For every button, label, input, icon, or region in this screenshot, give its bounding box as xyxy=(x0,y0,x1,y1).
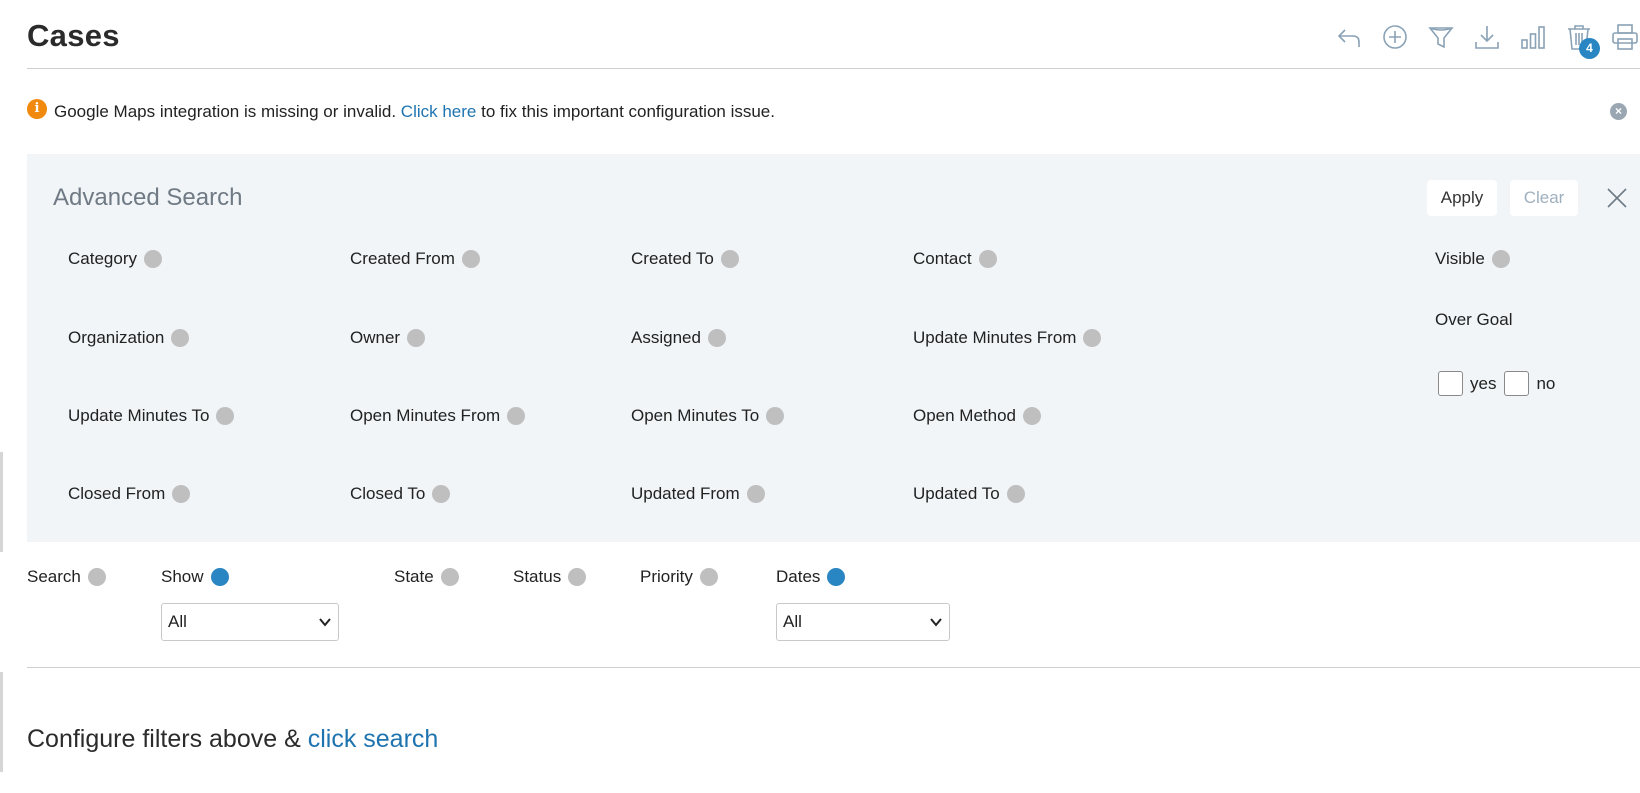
page-header: Cases 4 xyxy=(27,0,1640,69)
advanced-search-title: Advanced Search xyxy=(53,184,243,211)
toggle-dot[interactable] xyxy=(746,485,765,503)
dates-select-value: All xyxy=(783,612,802,631)
filter-created-to[interactable]: Created To xyxy=(631,249,739,269)
toggle-dot[interactable] xyxy=(720,250,739,268)
info-icon: i xyxy=(27,99,47,119)
print-icon[interactable] xyxy=(1610,22,1640,52)
filter-search[interactable]: Search xyxy=(27,567,106,587)
filter-open-minutes-to[interactable]: Open Minutes To xyxy=(631,406,785,426)
over-goal-no-label: no xyxy=(1536,373,1556,393)
divider xyxy=(27,667,1640,668)
click-search-link[interactable]: click search xyxy=(308,725,439,753)
filter-created-from[interactable]: Created From xyxy=(350,249,480,269)
left-edge-tab xyxy=(0,672,3,772)
toggle-dot[interactable] xyxy=(707,329,726,347)
alert-banner: i Google Maps integration is missing or … xyxy=(27,98,1627,126)
filter-open-minutes-from[interactable]: Open Minutes From xyxy=(350,406,526,426)
filter-show[interactable]: Show xyxy=(161,567,229,587)
bar-chart-icon[interactable] xyxy=(1518,22,1548,52)
filter-open-method[interactable]: Open Method xyxy=(913,406,1042,426)
configure-text: Configure filters above & xyxy=(27,725,301,753)
toggle-dot[interactable] xyxy=(1023,407,1042,425)
filter-dates[interactable]: Dates xyxy=(776,567,846,587)
toggle-dot[interactable] xyxy=(1083,329,1102,347)
filter-assigned[interactable]: Assigned xyxy=(631,328,726,348)
add-circle-icon[interactable] xyxy=(1380,22,1410,52)
filter-updated-from[interactable]: Updated From xyxy=(631,484,765,504)
toggle-dot[interactable] xyxy=(827,568,846,586)
page-title: Cases xyxy=(27,18,120,53)
left-edge-tab xyxy=(0,452,3,552)
filter-owner[interactable]: Owner xyxy=(350,328,426,348)
toggle-dot[interactable] xyxy=(978,250,997,268)
show-select-value: All xyxy=(168,612,187,631)
download-icon[interactable] xyxy=(1472,22,1502,52)
filter-status[interactable]: Status xyxy=(513,567,587,587)
toggle-dot[interactable] xyxy=(568,568,587,586)
over-goal-no-checkbox[interactable] xyxy=(1504,371,1530,396)
toggle-dot[interactable] xyxy=(143,250,162,268)
filter-category[interactable]: Category xyxy=(68,249,162,269)
close-alert-icon[interactable]: × xyxy=(1610,103,1627,120)
back-arrow-icon[interactable] xyxy=(1334,22,1364,52)
alert-fix-link[interactable]: Click here xyxy=(401,102,477,122)
advanced-search-panel: Advanced Search Apply Clear Category Cre… xyxy=(27,154,1640,542)
toggle-dot[interactable] xyxy=(507,407,526,425)
over-goal-yes-label: yes xyxy=(1470,373,1497,393)
trash-count-badge: 4 xyxy=(1579,38,1600,59)
filter-organization[interactable]: Organization xyxy=(68,328,190,348)
dates-select[interactable]: All xyxy=(776,603,950,641)
filter-icon[interactable] xyxy=(1426,22,1456,52)
filter-update-minutes-to[interactable]: Update Minutes To xyxy=(68,406,235,426)
toggle-dot[interactable] xyxy=(432,485,451,503)
toggle-dot[interactable] xyxy=(1006,485,1025,503)
toolbar: 4 xyxy=(1318,22,1640,59)
clear-button[interactable]: Clear xyxy=(1510,180,1578,216)
close-icon[interactable] xyxy=(1600,180,1640,216)
filter-bar: Search Show State Status Priority Dates … xyxy=(27,567,1640,667)
filter-update-minutes-from[interactable]: Update Minutes From xyxy=(913,328,1102,348)
trash-icon[interactable]: 4 xyxy=(1564,22,1600,59)
configure-message: Configure filters above & click search xyxy=(27,725,438,754)
toggle-dot[interactable] xyxy=(87,568,106,586)
filter-updated-to[interactable]: Updated To xyxy=(913,484,1025,504)
toggle-dot[interactable] xyxy=(699,568,718,586)
chevron-down-icon xyxy=(930,618,942,627)
filter-over-goal-label: Over Goal xyxy=(1435,310,1513,329)
chevron-down-icon xyxy=(319,618,331,627)
filter-closed-from[interactable]: Closed From xyxy=(68,484,191,504)
over-goal-options: yes no xyxy=(1438,371,1563,396)
advanced-search-actions: Apply Clear xyxy=(1427,180,1640,216)
alert-text-before: Google Maps integration is missing or in… xyxy=(54,102,397,121)
toggle-dot[interactable] xyxy=(171,329,190,347)
toggle-dot[interactable] xyxy=(172,485,191,503)
filter-priority[interactable]: Priority xyxy=(640,567,718,587)
filter-state[interactable]: State xyxy=(394,567,459,587)
toggle-dot[interactable] xyxy=(407,329,426,347)
toggle-dot[interactable] xyxy=(210,568,229,586)
toggle-dot[interactable] xyxy=(440,568,459,586)
over-goal-yes-checkbox[interactable] xyxy=(1438,371,1463,396)
show-select[interactable]: All xyxy=(161,603,339,641)
filter-visible[interactable]: Visible xyxy=(1435,249,1510,269)
alert-text-after: to fix this important configuration issu… xyxy=(481,102,775,121)
toggle-dot[interactable] xyxy=(216,407,235,425)
toggle-dot[interactable] xyxy=(766,407,785,425)
toggle-dot[interactable] xyxy=(1491,250,1510,268)
apply-button[interactable]: Apply xyxy=(1427,180,1497,216)
filter-contact[interactable]: Contact xyxy=(913,249,997,269)
filter-closed-to[interactable]: Closed To xyxy=(350,484,451,504)
toggle-dot[interactable] xyxy=(461,250,480,268)
